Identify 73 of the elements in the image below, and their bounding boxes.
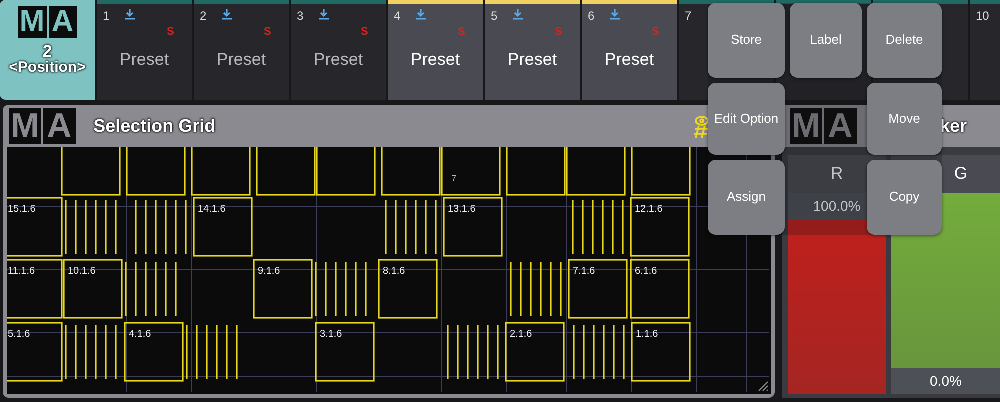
fixture-label: 10.1.6 xyxy=(68,266,96,277)
preset-pool-tile[interactable]: M A 2 <Position> xyxy=(0,0,95,100)
preset-number: 7 xyxy=(685,9,692,23)
fixture-label: 3.1.6 xyxy=(320,329,342,340)
preset-label: Preset xyxy=(216,50,268,70)
window-title: Selection Grid xyxy=(94,116,216,136)
menu-button[interactable]: Copy xyxy=(867,160,942,235)
fixture-marker: 7 xyxy=(452,174,456,183)
preset-number: 1 xyxy=(103,9,110,23)
color-fader[interactable] xyxy=(788,219,886,394)
download-arrow-icon xyxy=(125,9,135,20)
status-letter: S xyxy=(361,26,368,38)
preset-number: 6 xyxy=(588,9,595,23)
logo-letter: M xyxy=(9,108,42,144)
download-arrow-icon xyxy=(513,9,523,20)
pool-name: <Position> xyxy=(9,60,86,76)
preset-number: 5 xyxy=(491,9,498,23)
fixture-label: 14.1.6 xyxy=(198,204,226,215)
preset-tile[interactable]: 6 S Preset xyxy=(582,0,677,100)
preset-label: Preset xyxy=(604,50,656,70)
fixture-label: 12.1.6 xyxy=(635,204,663,215)
preset-tile[interactable]: 1 S Preset xyxy=(97,0,192,100)
preset-number: 4 xyxy=(394,9,401,23)
fixture-label: 4.1.6 xyxy=(129,329,152,340)
preset-tile[interactable]: 5 S Preset xyxy=(485,0,580,100)
logo-letter: A xyxy=(824,108,857,144)
fixture-box xyxy=(378,259,438,319)
preset-number: 3 xyxy=(297,9,304,23)
status-letter: S xyxy=(458,26,466,38)
fixture-label: 15.1.6 xyxy=(8,204,36,215)
fixture-label: 1.1.6 xyxy=(636,329,658,340)
logo-letter: M xyxy=(18,6,46,38)
status-letter: S xyxy=(167,26,174,38)
preset-tile[interactable]: 10 xyxy=(970,0,1000,100)
preset-number: 10 xyxy=(976,9,990,23)
preset-tile[interactable]: 3 S Preset xyxy=(291,0,386,100)
status-letter: S xyxy=(652,26,660,38)
fixture-label: 7.1.6 xyxy=(573,266,596,277)
download-arrow-icon xyxy=(610,9,620,20)
preset-label: Preset xyxy=(118,50,170,70)
fixture-label: 11.1.6 xyxy=(8,266,36,277)
download-arrow-icon xyxy=(416,9,426,20)
status-letter: S xyxy=(264,26,272,38)
preset-tile[interactable]: 4 S Preset xyxy=(388,0,483,100)
preset-number: 2 xyxy=(200,9,207,23)
download-arrow-icon xyxy=(222,9,232,20)
menu-button[interactable]: Store xyxy=(708,3,785,78)
fixture-label: 5.1.6 xyxy=(8,329,30,340)
channel-reading: 0.0% xyxy=(891,368,1000,394)
fixture-box xyxy=(315,322,375,382)
resize-grip-icon[interactable] xyxy=(757,380,769,392)
preset-label: Preset xyxy=(312,50,364,70)
fixture-label: 13.1.6 xyxy=(448,204,476,215)
eye-grid-icon xyxy=(691,115,711,139)
fixture-label: 8.1.6 xyxy=(383,266,406,277)
menu-button[interactable]: Label xyxy=(790,3,862,78)
pool-number: 2 xyxy=(42,42,52,60)
preset-label: Preset xyxy=(506,50,558,70)
fixture-box xyxy=(630,259,690,319)
menu-button[interactable]: Delete xyxy=(867,3,942,78)
menu-button[interactable]: Edit Option xyxy=(708,83,785,155)
fixture-label: 2.1.6 xyxy=(510,329,532,340)
logo-letter: A xyxy=(43,108,76,144)
logo-letter: M xyxy=(790,108,822,144)
preset-label: Preset xyxy=(410,50,462,70)
fixture-label: 6.1.6 xyxy=(635,266,658,277)
logo-letter: A xyxy=(48,6,77,38)
menu-button[interactable]: Assign xyxy=(708,160,785,235)
download-arrow-icon xyxy=(319,9,329,20)
preset-tile[interactable]: 2 S Preset xyxy=(194,0,289,100)
menu-button[interactable]: Move xyxy=(867,83,942,155)
status-letter: S xyxy=(555,26,562,38)
fixture-label: 9.1.6 xyxy=(258,266,280,277)
